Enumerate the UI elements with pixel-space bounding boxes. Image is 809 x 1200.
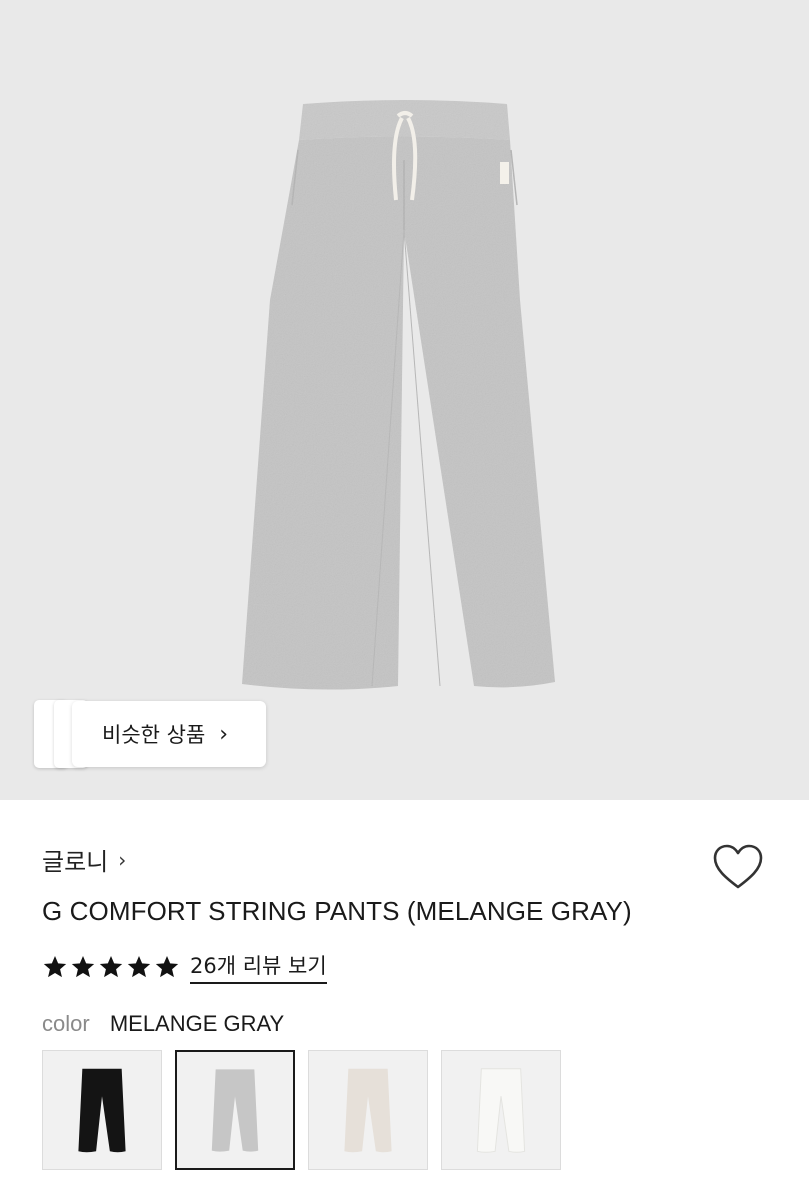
review-link[interactable]: 26개 리뷰 보기	[190, 950, 327, 984]
chevron-right-icon: ›	[118, 847, 127, 872]
pants-thumbnail-icon	[344, 1068, 392, 1153]
color-swatch-beige[interactable]	[308, 1050, 428, 1170]
star-icon	[155, 955, 179, 978]
product-title: G COMFORT STRING PANTS (MELANGE GRAY)	[42, 896, 632, 926]
heart-icon[interactable]	[712, 843, 764, 891]
color-selection: color MELANGE GRAY	[42, 1011, 284, 1037]
star-rating	[42, 954, 180, 980]
star-icon	[43, 955, 67, 978]
pants-thumbnail-icon	[78, 1068, 126, 1153]
color-swatch-melange-gray[interactable]	[175, 1050, 295, 1170]
star-icon	[127, 955, 151, 978]
pants-thumbnail-icon	[211, 1069, 259, 1152]
similar-products-label: 비슷한 상품	[102, 723, 206, 747]
brand-name: 글로니	[42, 848, 109, 876]
rating-row: 26개 리뷰 보기	[42, 950, 327, 984]
chevron-right-icon: ›	[219, 721, 229, 747]
color-value: MELANGE GRAY	[109, 1011, 285, 1036]
color-swatch-black[interactable]	[42, 1050, 162, 1170]
brand-link[interactable]: 글로니 ›	[42, 842, 126, 877]
star-icon	[71, 955, 95, 978]
star-icon	[99, 955, 123, 978]
product-image[interactable]	[0, 0, 809, 800]
similar-products-button[interactable]: 비슷한 상품 ›	[72, 701, 266, 767]
color-label: color	[42, 1011, 90, 1036]
pants-image	[242, 100, 555, 690]
pants-thumbnail-icon	[476, 1068, 526, 1153]
color-swatch-white[interactable]	[441, 1050, 561, 1170]
